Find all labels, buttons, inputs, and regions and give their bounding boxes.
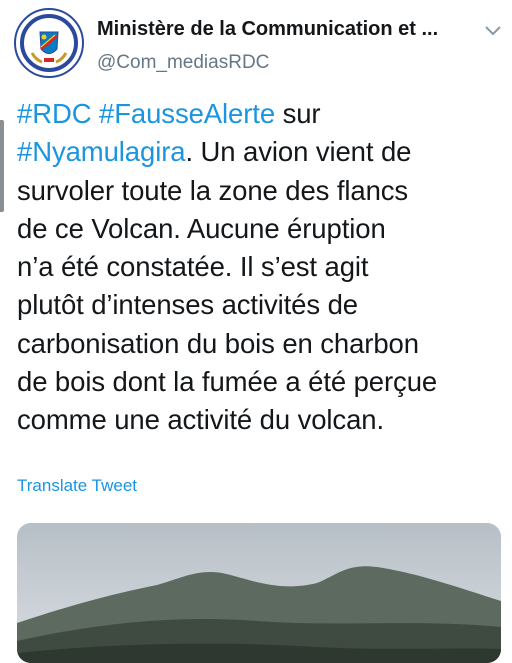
tweet-text-segment: sur <box>275 98 321 129</box>
tweet-line: carbonisation du bois en charbon <box>17 325 507 363</box>
tweet-text: #RDC #FausseAlerte sur #Nyamulagira. Un a… <box>17 95 507 440</box>
translate-tweet-link[interactable]: Translate Tweet <box>17 476 137 496</box>
tweet-line: survoler toute la zone des flancs <box>17 172 507 210</box>
tweet-line: #RDC #FausseAlerte sur <box>17 95 507 133</box>
scroll-edge-indicator <box>0 120 4 212</box>
tweet-text-segment: carbonisation du bois en charbon <box>17 327 419 359</box>
tweet-text-segment: n’a été constatée. Il s’est agit <box>17 251 369 283</box>
tweet-line: de ce Volcan. Aucune éruption <box>17 210 507 248</box>
tweet-text-segment: . Un avion vient de <box>185 136 412 168</box>
volcano-photo <box>17 523 501 663</box>
tweet-text-segment: comme une activité du volcan. <box>17 404 385 436</box>
account-handle[interactable]: @Com_mediasRDC <box>97 52 269 74</box>
profile-avatar[interactable] <box>14 8 84 78</box>
ministry-seal-logo <box>14 8 84 78</box>
tweet-line: de bois dont la fumée a été perçue <box>17 363 507 401</box>
tweet-text-segment: de bois dont la fumée a été perçue <box>17 366 438 398</box>
tweet-line: #Nyamulagira. Un avion vient de <box>17 133 507 171</box>
tweet-text-segment: survoler toute la zone des flancs <box>17 174 409 206</box>
hashtag-link[interactable]: #FausseAlerte <box>99 98 275 129</box>
tweet-text-segment: plutôt d’intenses activités de <box>17 289 358 321</box>
tweet-text-segment <box>91 98 99 129</box>
hashtag-link[interactable]: #RDC <box>17 98 92 129</box>
hashtag-link[interactable]: #Nyamulagira <box>17 136 186 167</box>
tweet-line: plutôt d’intenses activités de <box>17 286 507 324</box>
tweet-text-segment: de ce Volcan. Aucune éruption <box>17 212 386 244</box>
tweet-line: comme une activité du volcan. <box>17 401 507 439</box>
account-name[interactable]: Ministère de la Communication et ... <box>97 18 438 41</box>
tweet-line: n’a été constatée. Il s’est agit <box>17 248 507 286</box>
chevron-down-icon[interactable] <box>484 24 502 36</box>
tweet-media-image[interactable] <box>17 523 501 663</box>
